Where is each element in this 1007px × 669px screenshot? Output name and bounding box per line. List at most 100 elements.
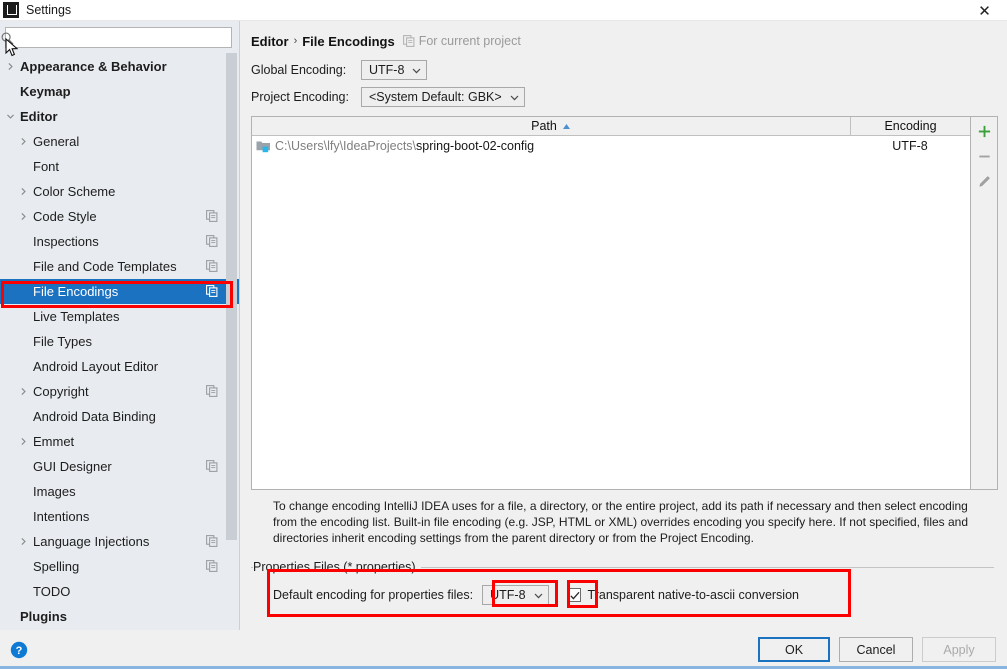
chevron-down-icon xyxy=(533,590,544,601)
sidebar-item-label: Color Scheme xyxy=(33,184,116,199)
table-cell-path: C:\Users\lfy\IdeaProjects\ spring-boot-02… xyxy=(252,139,850,153)
window-titlebar: Settings ✕ xyxy=(0,0,1007,21)
add-button[interactable] xyxy=(972,119,997,144)
sidebar-item-intentions[interactable]: Intentions xyxy=(0,504,240,529)
sidebar-item-general[interactable]: General xyxy=(0,129,240,154)
sidebar-item-live-templates[interactable]: Live Templates xyxy=(0,304,240,329)
sidebar-item-editor[interactable]: Editor xyxy=(0,104,240,129)
sort-ascending-icon xyxy=(562,123,570,129)
sidebar-item-label: Android Layout Editor xyxy=(33,359,159,374)
sidebar-item-file-encodings[interactable]: File Encodings xyxy=(0,279,240,304)
sidebar-item-file-and-code-templates[interactable]: File and Code Templates xyxy=(0,254,240,279)
copy-icon xyxy=(402,35,415,47)
sidebar-item-language-injections[interactable]: Language Injections xyxy=(0,529,240,554)
edit-button[interactable] xyxy=(972,169,997,194)
folder-icon xyxy=(256,141,270,152)
sidebar-item-label: Font xyxy=(33,159,60,174)
sidebar-item-label: Plugins xyxy=(20,609,67,624)
checkmark-icon xyxy=(569,591,580,600)
breadcrumb-separator: › xyxy=(293,35,298,47)
sidebar-item-emmet[interactable]: Emmet xyxy=(0,429,240,454)
sidebar-item-label: Spelling xyxy=(33,559,80,574)
sidebar-scrollbar-thumb[interactable] xyxy=(226,53,237,540)
project-encoding-label: Project Encoding: xyxy=(251,90,349,104)
sidebar-item-appearance-behavior[interactable]: Appearance & Behavior xyxy=(0,54,240,79)
sidebar-item-plugins[interactable]: Plugins xyxy=(0,604,240,629)
dialog-footer: ? OK Cancel Apply xyxy=(0,630,1007,669)
close-icon[interactable]: ✕ xyxy=(962,0,1007,21)
column-header-encoding[interactable]: Encoding xyxy=(850,117,970,135)
copy-icon xyxy=(206,260,218,272)
sidebar-item-file-types[interactable]: File Types xyxy=(0,329,240,354)
breadcrumb-scope: For current project xyxy=(418,34,521,48)
copy-icon xyxy=(206,285,218,297)
sidebar-item-label: GUI Designer xyxy=(33,459,112,474)
chevron-right-icon xyxy=(0,62,20,71)
encodings-description: To change encoding IntelliJ IDEA uses fo… xyxy=(273,499,969,545)
chevron-right-icon xyxy=(13,137,33,146)
dialog-body: Appearance & Behavior Keymap Editor General… xyxy=(0,21,1007,630)
sidebar-item-label: TODO xyxy=(33,584,71,599)
table-header: Path Encoding xyxy=(252,117,970,136)
chevron-down-icon xyxy=(411,65,422,76)
sidebar-item-label: Editor xyxy=(20,109,58,124)
copy-icon xyxy=(206,560,218,572)
sidebar-item-label: General xyxy=(33,134,80,149)
table-cell-encoding[interactable]: UTF-8 xyxy=(850,139,970,153)
chevron-right-icon xyxy=(13,387,33,396)
chevron-right-icon xyxy=(13,437,33,446)
properties-encoding-row: Default encoding for properties files: U… xyxy=(273,585,799,605)
project-encoding-combo[interactable]: <System Default: GBK> xyxy=(361,87,525,107)
sidebar-item-images[interactable]: Images xyxy=(0,479,240,504)
sidebar-item-font[interactable]: Font xyxy=(0,154,240,179)
global-encoding-value: UTF-8 xyxy=(369,63,405,77)
sidebar-item-label: Images xyxy=(33,484,76,499)
sidebar-item-copyright[interactable]: Copyright xyxy=(0,379,240,404)
help-icon[interactable]: ? xyxy=(5,637,33,663)
sidebar-item-inspections[interactable]: Inspections xyxy=(0,229,240,254)
sidebar-item-code-style[interactable]: Code Style xyxy=(0,204,240,229)
sidebar-scrollbar[interactable] xyxy=(226,53,237,630)
settings-tree[interactable]: Appearance & Behavior Keymap Editor General… xyxy=(0,53,240,630)
table-toolbar xyxy=(971,116,998,490)
sidebar-item-spelling[interactable]: Spelling xyxy=(0,554,240,579)
sidebar-item-label: Live Templates xyxy=(33,309,120,324)
sidebar-item-keymap[interactable]: Keymap xyxy=(0,79,240,104)
column-header-path[interactable]: Path xyxy=(252,117,850,135)
sidebar-item-gui-designer[interactable]: GUI Designer xyxy=(0,454,240,479)
idea-icon xyxy=(3,1,19,18)
sidebar-item-android-data-binding[interactable]: Android Data Binding xyxy=(0,404,240,429)
chevron-right-icon xyxy=(13,537,33,546)
properties-encoding-value: UTF-8 xyxy=(490,588,526,602)
transparent-conversion-checkbox-wrap[interactable]: Transparent native-to-ascii conversion xyxy=(566,588,799,602)
encodings-table-area: Path Encoding C:\Users\lfy\IdeaProjects\… xyxy=(251,116,998,490)
settings-sidebar: Appearance & Behavior Keymap Editor General… xyxy=(0,21,240,630)
global-encoding-row: Global Encoding: UTF-8 xyxy=(251,59,998,81)
sidebar-item-label: Appearance & Behavior xyxy=(20,59,167,74)
sidebar-item-todo[interactable]: TODO xyxy=(0,579,240,604)
chevron-right-icon xyxy=(13,212,33,221)
properties-encoding-combo[interactable]: UTF-8 xyxy=(482,585,549,605)
ok-button[interactable]: OK xyxy=(758,637,830,662)
table-row[interactable]: C:\Users\lfy\IdeaProjects\ spring-boot-02… xyxy=(252,136,970,155)
global-encoding-combo[interactable]: UTF-8 xyxy=(361,60,428,80)
sidebar-item-label: Android Data Binding xyxy=(33,409,156,424)
search-input[interactable] xyxy=(5,27,232,48)
project-encoding-value: <System Default: GBK> xyxy=(369,90,502,104)
copy-icon xyxy=(206,535,218,547)
breadcrumb-parent[interactable]: Editor xyxy=(251,34,289,49)
properties-encoding-label: Default encoding for properties files: xyxy=(273,588,474,602)
sidebar-item-label: Code Style xyxy=(33,209,97,224)
remove-button[interactable] xyxy=(972,144,997,169)
sidebar-item-color-scheme[interactable]: Color Scheme xyxy=(0,179,240,204)
sidebar-item-label: File and Code Templates xyxy=(33,259,177,274)
sidebar-item-label: Intentions xyxy=(33,509,90,524)
sidebar-item-android-layout-editor[interactable]: Android Layout Editor xyxy=(0,354,240,379)
chevron-down-icon xyxy=(509,92,520,103)
cancel-button[interactable]: Cancel xyxy=(839,637,913,662)
sidebar-item-label: File Types xyxy=(33,334,93,349)
sidebar-item-label: File Encodings xyxy=(33,284,119,299)
settings-main-panel: Editor › File Encodings For current proj… xyxy=(240,21,1007,630)
transparent-conversion-checkbox[interactable] xyxy=(566,588,581,602)
copy-icon xyxy=(206,385,218,397)
